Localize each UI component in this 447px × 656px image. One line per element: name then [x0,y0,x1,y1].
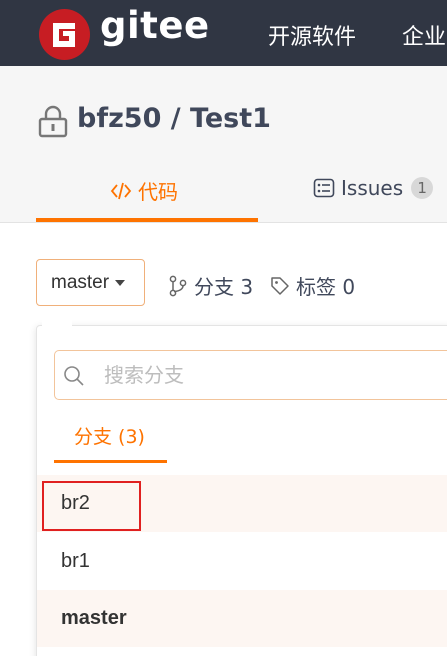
tab-code[interactable]: 代码 [110,176,178,205]
branch-item-br1[interactable]: br1 [37,533,447,590]
top-navbar: gitee 开源软件 企业 [0,0,447,66]
tab-code-label: 代码 [138,180,178,204]
tab-issues[interactable]: Issues 1 [313,176,434,200]
caret-down-icon [115,279,126,286]
tab-issues-label: Issues [341,176,404,200]
tags-link[interactable]: 标签 0 [270,271,355,300]
tag-icon [271,276,289,295]
tab-branches-underline [54,460,167,463]
nav-item-open-source[interactable]: 开源软件 [268,19,356,51]
tab-branches[interactable]: 分支 (3) [74,422,145,449]
branches-count-label: 分支 3 [194,275,254,299]
issues-count-badge: 1 [411,177,434,199]
branch-icon [169,275,187,296]
nav-item-enterprise[interactable]: 企业 [402,19,446,51]
branch-select-value: master [51,271,110,293]
highlight-annotation-box [42,481,141,531]
issues-icon [313,178,335,198]
tags-count-label: 标签 0 [296,275,356,299]
branch-name: br1 [61,550,90,572]
search-icon [64,366,84,386]
code-icon [110,182,132,199]
gitee-logo-icon[interactable] [39,9,90,60]
branch-search-input[interactable] [104,363,404,387]
repo-title[interactable]: bfz50 / Test1 [77,103,271,134]
lock-icon [38,105,68,138]
branches-link[interactable]: 分支 3 [168,271,253,300]
branch-name: master [61,607,127,629]
branch-item-master[interactable]: master [37,590,447,647]
tab-code-underline [36,218,258,222]
branch-select-button[interactable]: master [36,259,145,306]
logo-text[interactable]: gitee [100,4,210,47]
dropdown-notch [42,318,72,330]
